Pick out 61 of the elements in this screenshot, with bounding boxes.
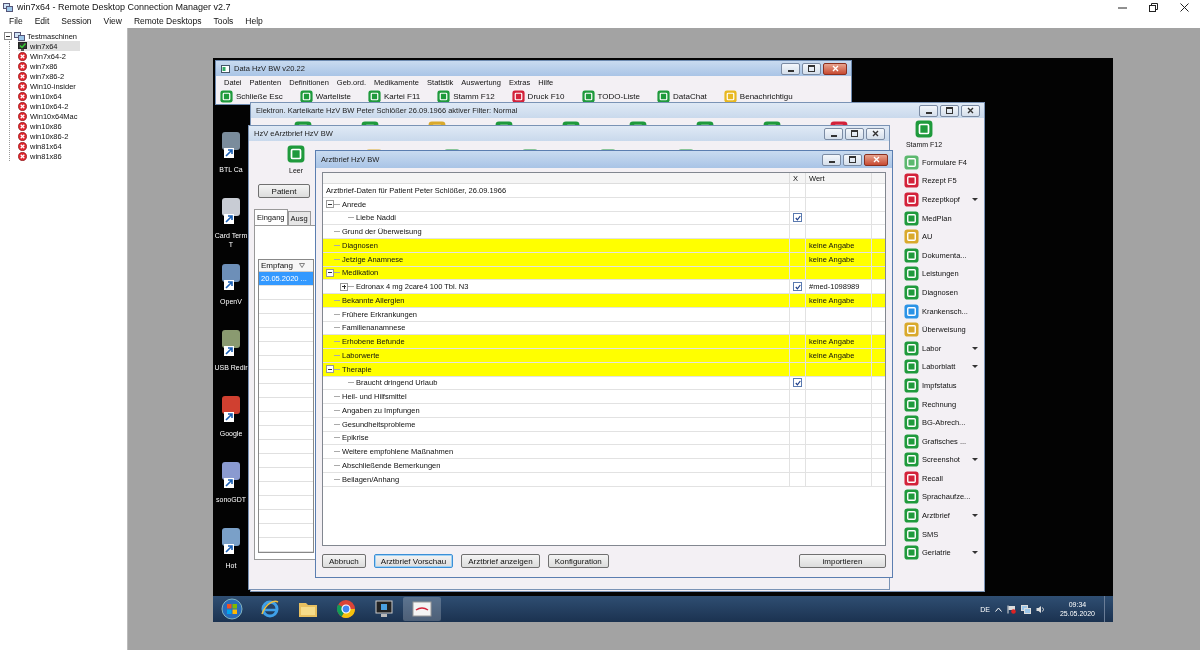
menu-item[interactable]: Tools [207,16,240,26]
caret-icon[interactable] [972,551,978,555]
import-button[interactable]: importieren [799,554,886,568]
menu-item[interactable]: Session [55,16,98,26]
caret-icon[interactable] [972,365,978,369]
menu-item[interactable]: Remote Desktops [127,16,208,26]
maximize-button[interactable] [1149,2,1158,12]
collapse-icon[interactable] [326,365,334,374]
menu-item[interactable]: Edit [28,16,56,26]
collapse-icon[interactable] [326,200,334,209]
caret-icon[interactable] [972,514,978,518]
close-icon[interactable] [967,107,974,114]
close-icon[interactable] [872,130,879,137]
minimize-button[interactable] [781,62,800,75]
minimize-button[interactable] [824,127,843,140]
collapse-icon[interactable] [4,32,12,40]
expand-icon[interactable] [340,282,348,291]
caret-icon[interactable] [972,198,978,201]
close-button[interactable] [864,153,888,166]
close-button[interactable] [866,127,885,140]
filter-icon[interactable] [299,263,306,268]
menu-item[interactable]: View [97,16,128,26]
close-button[interactable] [823,62,847,75]
toolbar-button[interactable]: DataChat [657,89,707,103]
chevron-icon[interactable] [994,606,1002,612]
caret-icon[interactable] [972,346,978,350]
close-button[interactable] [961,104,980,117]
close-button[interactable] [1180,2,1189,12]
maximize-button[interactable] [940,104,959,117]
menu-item[interactable]: File [3,16,29,26]
menu-item[interactable]: Help [239,16,269,26]
toolbar-button[interactable]: Benachrichtigu [723,89,793,103]
toolbar-button[interactable]: TODO-Liste [581,89,641,103]
network-icon [14,31,25,41]
toolbar-button[interactable]: Druck F10 [511,89,565,103]
minimize-button[interactable] [822,153,841,166]
patient-button[interactable]: Patient [258,184,310,198]
network-icon[interactable] [1020,604,1031,614]
dialog-button[interactable]: Konfiguration [547,554,609,568]
dialog-button[interactable]: Arztbrief Vorschau [373,554,454,568]
dialog-button[interactable]: Arztbrief anzeigen [461,554,540,568]
collapse-icon[interactable] [326,268,334,277]
checkbox[interactable] [793,378,802,388]
maximize-button[interactable] [845,127,864,140]
checkbox[interactable] [793,213,802,223]
dialog-button[interactable]: Abbruch [322,554,366,568]
toolbar-button[interactable]: Stamm F12 [437,89,495,103]
caret-icon[interactable] [972,458,978,462]
window-icon [221,64,230,73]
checkbox[interactable] [793,282,802,292]
toolbar-button[interactable]: Kartei F11 [367,89,421,103]
minimize-button[interactable] [919,104,938,117]
network-icon [3,2,13,12]
maximize-button[interactable] [802,62,821,75]
window-icon[interactable] [403,597,441,621]
toolbar-button[interactable]: Schließe Esc [220,89,283,103]
speaker-icon[interactable] [1035,604,1045,614]
window-title: win7x64 - Remote Desktop Connection Manager v2.7 [17,2,231,12]
toolbar-button[interactable]: Warteliste [299,89,351,103]
maximize-button[interactable] [843,153,862,166]
flag-icon[interactable] [1006,604,1016,614]
